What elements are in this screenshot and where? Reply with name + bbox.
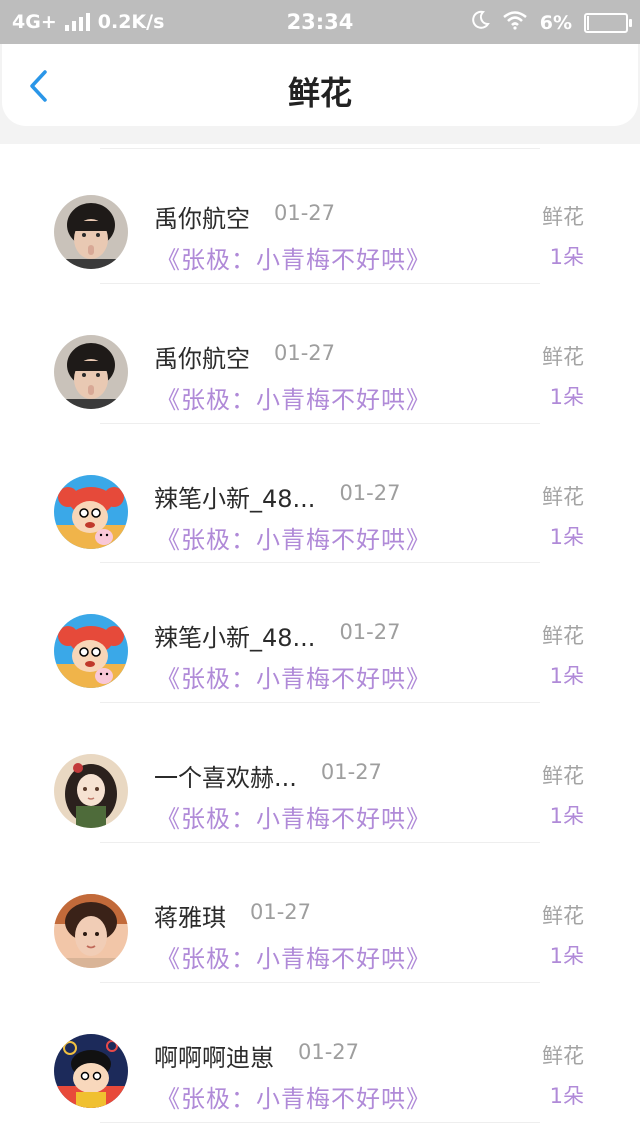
gift-count: 1朵	[549, 804, 584, 829]
divider	[100, 1121, 540, 1123]
item-date: 01-27	[250, 899, 312, 924]
gift-type: 鲜花	[542, 764, 584, 789]
flower-list: 禹你航空 01-27 《张极：小青梅不好哄》 鲜花 1朵 禹你航空 01-27 《张极：小青…	[0, 144, 640, 1123]
user-name[interactable]: 一个喜欢赫...	[154, 758, 297, 793]
book-title-link[interactable]: 《张极：小青梅不好哄》	[156, 380, 431, 415]
user-name[interactable]: 禹你航空	[154, 339, 250, 374]
list-item[interactable]: 蒋雅琪 01-27 《张极：小青梅不好哄》 鲜花 1朵	[0, 843, 640, 983]
user-name[interactable]: 辣笔小新_48...	[154, 618, 315, 653]
gift-type: 鲜花	[542, 484, 584, 509]
gift-count: 1朵	[549, 664, 584, 689]
item-date: 01-27	[339, 620, 401, 645]
cartoon-avatar[interactable]	[54, 614, 128, 689]
gift-count: 1朵	[549, 1083, 584, 1108]
wifi-icon	[502, 10, 528, 35]
item-date: 01-27	[298, 1039, 360, 1064]
header-area: 鲜花	[0, 44, 640, 144]
boy-photo-avatar[interactable]	[54, 334, 128, 409]
book-title-link[interactable]: 《张极：小青梅不好哄》	[156, 1079, 431, 1114]
user-name[interactable]: 啊啊啊迪崽	[154, 1038, 274, 1073]
status-bar: 4G+ 0.2K/s 23:34 6%	[0, 0, 640, 44]
gift-type: 鲜花	[542, 624, 584, 649]
book-title-link[interactable]: 《张极：小青梅不好哄》	[156, 520, 431, 555]
gift-type: 鲜花	[542, 903, 584, 928]
user-name[interactable]: 辣笔小新_48...	[154, 479, 315, 514]
battery-icon	[584, 12, 632, 33]
item-date: 01-27	[320, 760, 382, 785]
anime-girl-avatar[interactable]	[54, 754, 128, 829]
gift-type: 鲜花	[542, 344, 584, 369]
item-date: 01-27	[274, 340, 336, 365]
gift-type: 鲜花	[542, 205, 584, 229]
list-item[interactable]: 啊啊啊迪崽 01-27 《张极：小青梅不好哄》 鲜花 1朵	[0, 983, 640, 1123]
cartoon-boy-avatar[interactable]	[54, 1033, 128, 1108]
gift-type: 鲜花	[542, 1043, 584, 1068]
book-title-link[interactable]: 《张极：小青梅不好哄》	[156, 240, 431, 275]
book-title-link[interactable]: 《张极：小青梅不好哄》	[156, 939, 431, 974]
list-item[interactable]: 一个喜欢赫... 01-27 《张极：小青梅不好哄》 鲜花 1朵	[0, 703, 640, 843]
status-right: 6%	[470, 10, 632, 35]
battery-percent: 6%	[539, 11, 572, 34]
list-item[interactable]: 辣笔小新_48... 01-27 《张极：小青梅不好哄》 鲜花 1朵	[0, 424, 640, 564]
page-title: 鲜花	[287, 74, 352, 112]
gift-count: 1朵	[549, 943, 584, 968]
gift-count: 1朵	[549, 524, 584, 549]
list-item[interactable]: 辣笔小新_48... 01-27 《张极：小青梅不好哄》 鲜花 1朵	[0, 563, 640, 704]
list-item[interactable]: 禹你航空 01-27 《张极：小青梅不好哄》 鲜花 1朵	[0, 284, 640, 424]
book-title-link[interactable]: 《张极：小青梅不好哄》	[156, 659, 431, 694]
gift-count: 1朵	[549, 245, 584, 269]
list-item[interactable]: 禹你航空 01-27 《张极：小青梅不好哄》 鲜花 1朵	[0, 144, 640, 284]
moon-icon	[470, 10, 490, 35]
item-date: 01-27	[274, 201, 336, 225]
gift-count: 1朵	[549, 384, 584, 409]
user-name[interactable]: 禹你航空	[154, 199, 250, 234]
user-name[interactable]: 蒋雅琪	[154, 898, 226, 933]
item-date: 01-27	[339, 480, 401, 505]
girl-photo-avatar[interactable]	[54, 893, 128, 968]
book-title-link[interactable]: 《张极：小青梅不好哄》	[156, 799, 431, 834]
header-bar: 鲜花	[2, 44, 638, 126]
cartoon-avatar[interactable]	[54, 474, 128, 549]
boy-photo-avatar[interactable]	[54, 195, 128, 269]
